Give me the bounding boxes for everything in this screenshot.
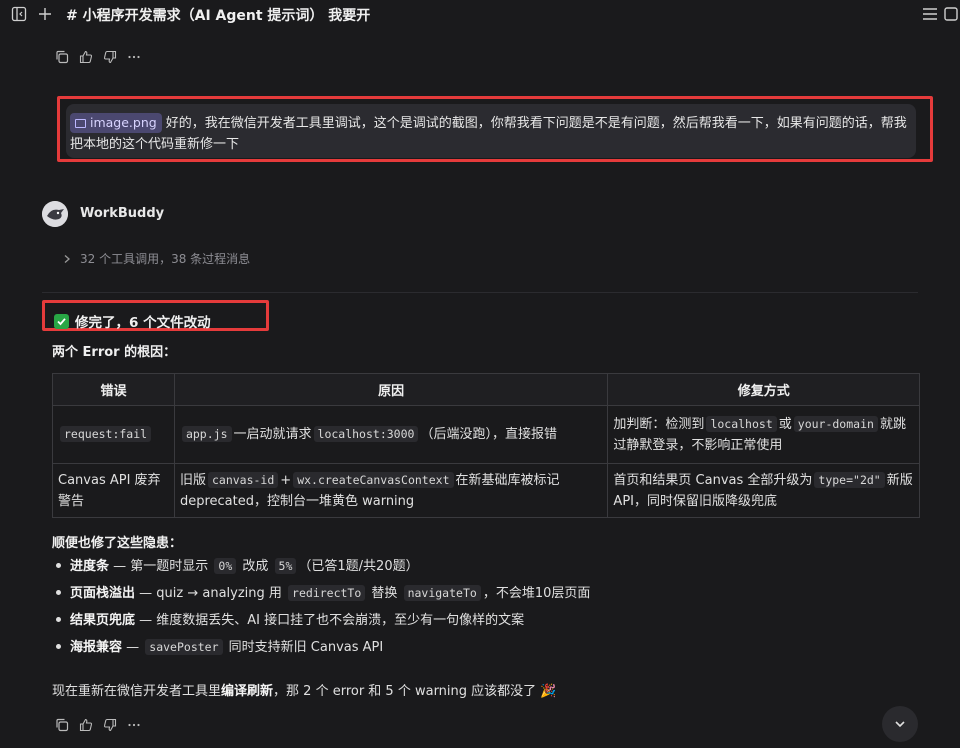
fix-text: 改成	[238, 559, 273, 574]
more-icon[interactable]	[126, 717, 142, 733]
list-item: 结果页兜底 — 维度数据丢失、AI 接口挂了也不会崩溃，至少有一句像样的文案	[52, 610, 590, 637]
cell-text: 旧版	[179, 472, 206, 488]
inline-code: navigateTo	[403, 585, 481, 601]
sidebar-toggle-icon[interactable]	[10, 5, 28, 23]
fix-title: 海报兼容	[70, 640, 123, 655]
table-cell: request:fail	[52, 405, 175, 464]
user-message-bubble: image.png 好的，我在微信开发者工具里调试，这个是调试的截图，你帮我看下问…	[66, 104, 916, 158]
image-icon	[75, 119, 86, 128]
thumbs-down-icon[interactable]	[102, 49, 118, 65]
fix-text: — 第一题时显示	[109, 559, 213, 574]
cell-text: +	[280, 472, 292, 488]
message-actions-top	[54, 49, 142, 65]
root-cause-heading: 两个 Error 的根因：	[52, 345, 177, 360]
message-actions-bottom	[54, 717, 142, 733]
menu-icon[interactable]	[921, 5, 939, 23]
chevron-right-icon	[64, 254, 70, 263]
avatar	[42, 201, 68, 227]
fix-title: 结果页兜底	[70, 613, 136, 628]
user-message-text: 好的，我在微信开发者工具里调试，这个是调试的截图，你帮我看下问题是不是有问题，然…	[70, 116, 907, 152]
copy-icon[interactable]	[54, 49, 70, 65]
fix-text: ，不会堆10层页面	[482, 586, 591, 601]
fix-text: 替换	[367, 586, 402, 601]
table-cell: Canvas API 废弃警告	[52, 463, 175, 518]
column-header: 原因	[173, 373, 609, 406]
final-note: 现在重新在微信开发者工具里编译刷新，那 2 个 error 和 5 个 warn…	[52, 680, 556, 699]
fix-title: 页面栈溢出	[70, 586, 136, 601]
scroll-to-bottom-button[interactable]	[882, 706, 918, 742]
chevron-down-icon	[895, 721, 905, 728]
inline-code: request:fail	[60, 426, 152, 442]
window-icon[interactable]	[942, 5, 960, 23]
inline-code: localhost:3000	[313, 426, 419, 442]
thumbs-down-icon[interactable]	[102, 717, 118, 733]
cell-text: （后端没跑），直接报错	[420, 427, 557, 442]
fix-title: 进度条	[70, 559, 110, 574]
check-icon	[54, 313, 69, 329]
inline-code: 5%	[274, 558, 297, 574]
table-cell: 首页和结果页 Canvas 全部升级为 type="2d" 新版 API，同时保留旧…	[607, 463, 920, 518]
table-row: Canvas API 废弃警告 旧版 canvas-id + wx.createCan…	[52, 463, 920, 518]
tool-calls-summary[interactable]: 32 个工具调用，38 条过程消息	[62, 250, 250, 267]
thumbs-up-icon[interactable]	[78, 49, 94, 65]
error-table: 错误 原因 修复方式 request:fail app.js 一启动就请求 loca…	[52, 373, 920, 518]
table-header-row: 错误 原因 修复方式	[52, 373, 920, 406]
final-bold: 编译刷新	[221, 684, 274, 699]
conversation-title: # 小程序开发需求（AI Agent 提示词） 我要开	[66, 8, 371, 24]
also-fixed-heading: 顺便也修了这些隐患：	[52, 536, 183, 551]
fix-text: — quiz → analyzing 用	[135, 586, 287, 601]
table-cell: 旧版 canvas-id + wx.createCanvasContext 在新基础库被…	[173, 463, 609, 518]
fix-text: — 维度数据丢失、AI 接口挂了也不会崩溃，至少有一句像样的文案	[135, 613, 525, 628]
image-attachment[interactable]: image.png	[70, 113, 162, 133]
inline-code: your-domain	[793, 415, 878, 432]
attachment-filename: image.png	[90, 115, 157, 130]
cell-text: 或	[778, 416, 792, 432]
list-item: 页面栈溢出 — quiz → analyzing 用 redirectTo 替换…	[52, 583, 590, 610]
copy-icon[interactable]	[54, 717, 70, 733]
status-text: 修完了，6 个文件改动	[75, 315, 211, 331]
fix-text: （已答1题/共20题）	[298, 559, 419, 574]
cell-text: Canvas API 废弃警告	[58, 472, 161, 509]
list-item: 进度条 — 第一题时显示 0% 改成 5% （已答1题/共20题）	[52, 556, 590, 583]
inline-code: wx.createCanvasContext	[293, 471, 454, 488]
plus-icon[interactable]	[36, 5, 54, 23]
inline-code: 0%	[214, 558, 237, 574]
inline-code: app.js	[181, 426, 232, 442]
cell-text: 一启动就请求	[233, 427, 312, 442]
list-item: 海报兼容 — savePoster 同时支持新旧 Canvas API	[52, 637, 590, 664]
fix-text: 同时支持新旧 Canvas API	[224, 640, 384, 655]
final-text: 现在重新在微信开发者工具里	[52, 684, 222, 699]
inline-code: localhost	[706, 415, 777, 432]
tool-calls-text: 32 个工具调用，38 条过程消息	[80, 252, 251, 266]
fix-text: —	[122, 640, 144, 655]
inline-code: redirectTo	[288, 585, 366, 601]
assistant-name: WorkBuddy	[80, 206, 165, 221]
inline-code: type="2d"	[814, 471, 885, 488]
table-row: request:fail app.js 一启动就请求 localhost:3000 （…	[52, 405, 920, 464]
column-header: 修复方式	[607, 373, 920, 406]
inline-code: savePoster	[145, 639, 223, 655]
fix-list: 进度条 — 第一题时显示 0% 改成 5% （已答1题/共20题） 页面栈溢出 —…	[52, 556, 590, 664]
column-header: 错误	[52, 373, 175, 406]
table-cell: app.js 一启动就请求 localhost:3000 （后端没跑），直接报错	[173, 405, 609, 464]
thumbs-up-icon[interactable]	[78, 717, 94, 733]
status-line: 修完了，6 个文件改动	[54, 311, 211, 331]
inline-code: canvas-id	[207, 471, 279, 488]
final-text: ，那 2 个 error 和 5 个 warning 应该都没了 🎉	[273, 684, 557, 699]
more-icon[interactable]	[126, 49, 142, 65]
divider	[42, 292, 918, 293]
top-bar: # 小程序开发需求（AI Agent 提示词） 我要开	[0, 0, 960, 30]
table-cell: 加判断：检测到 localhost 或 your-domain 就跳过静默登录，不影响正…	[607, 405, 920, 464]
cell-text: 加判断：检测到	[613, 416, 705, 432]
cell-text: 首页和结果页 Canvas 全部升级为	[613, 472, 813, 488]
